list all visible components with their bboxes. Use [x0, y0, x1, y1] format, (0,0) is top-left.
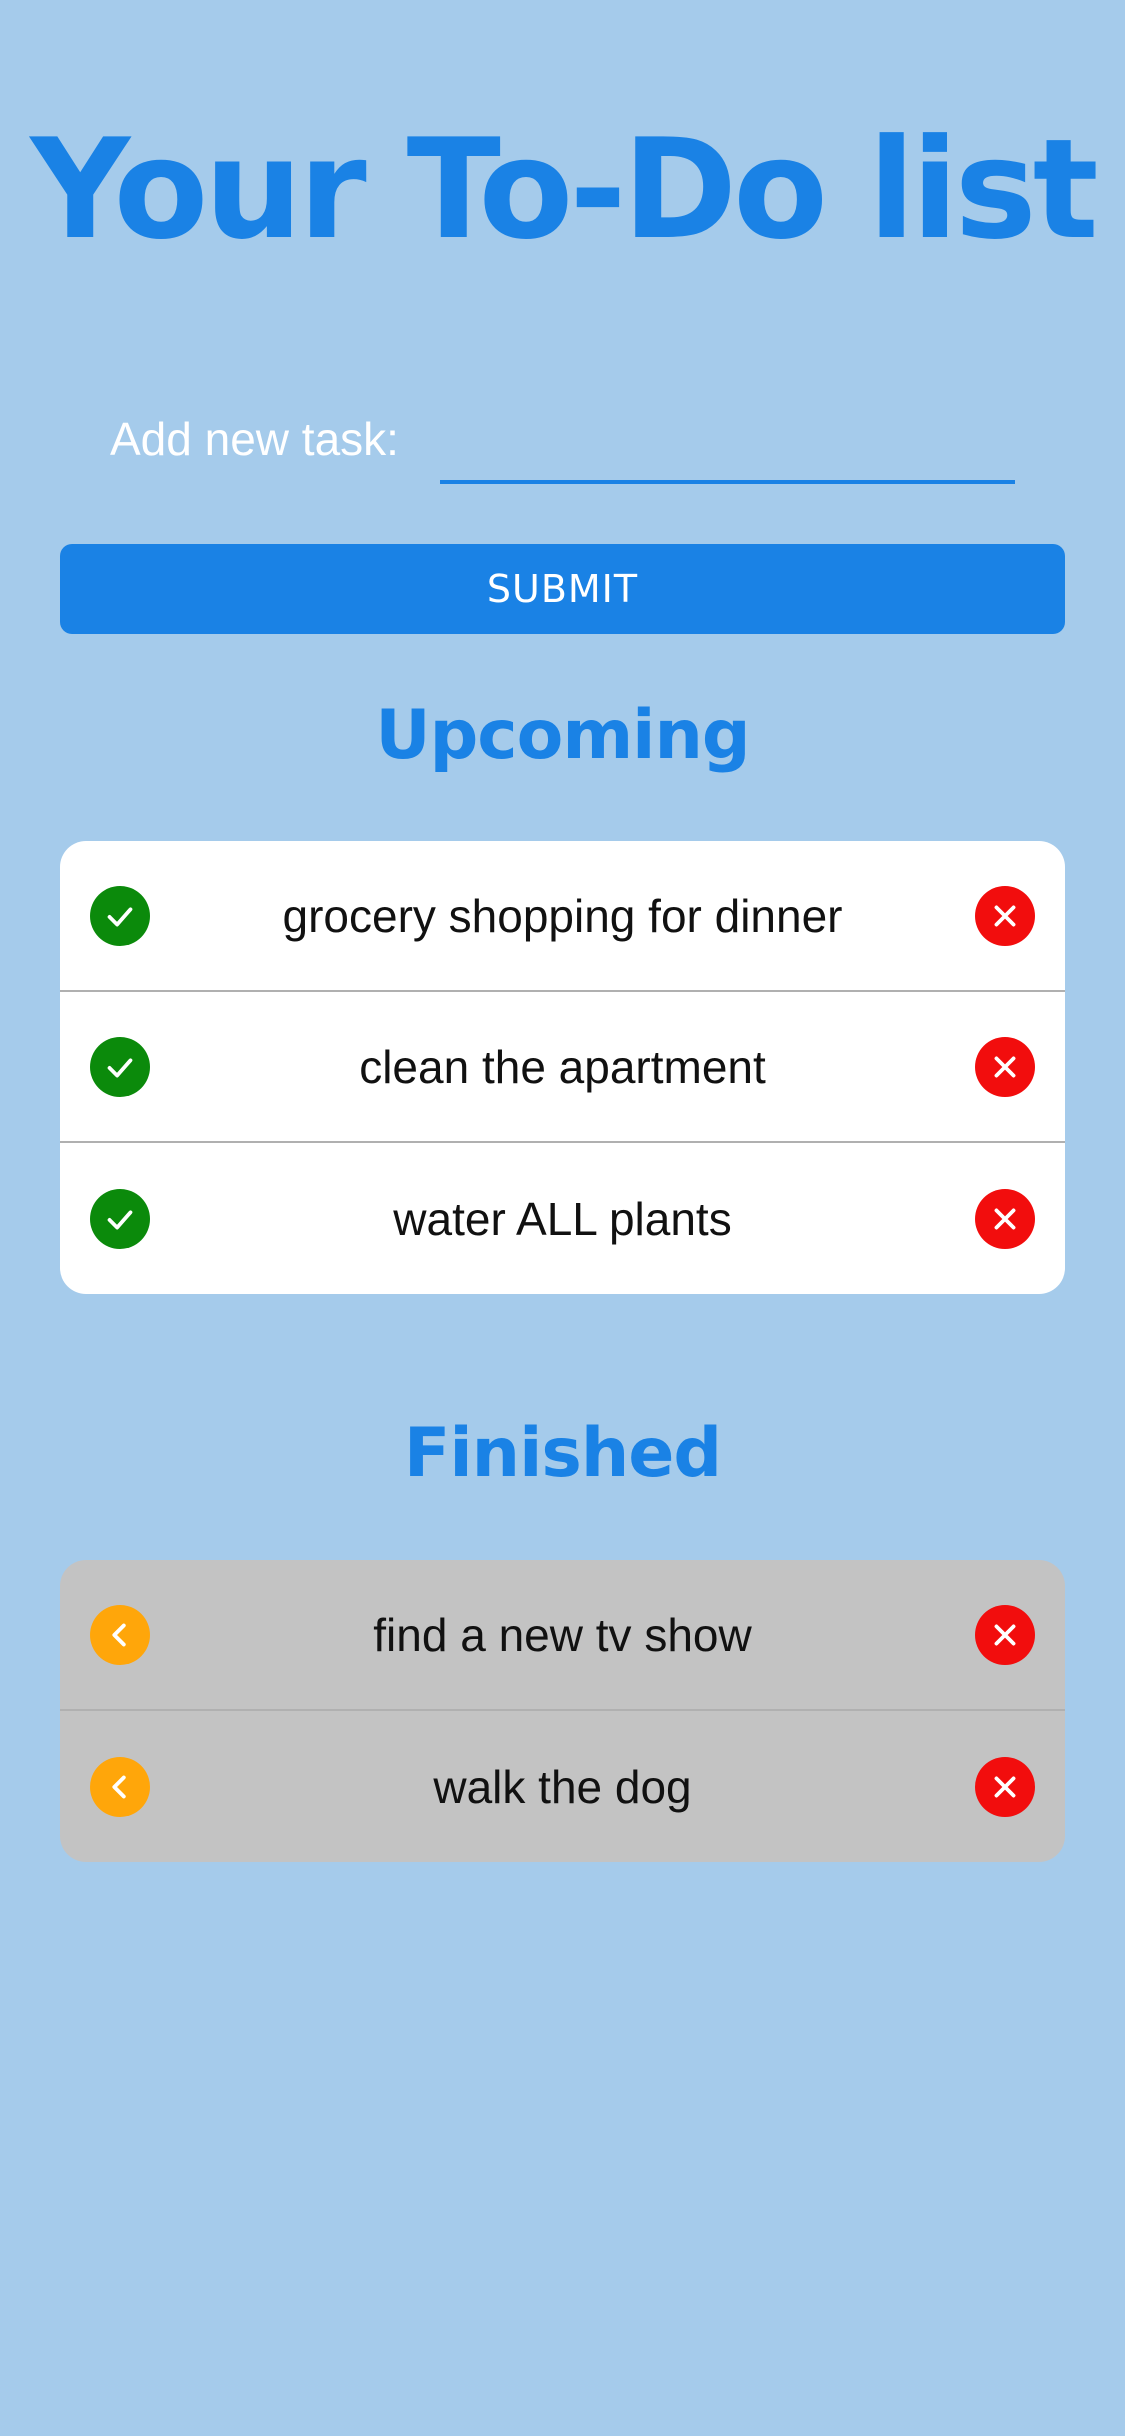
task-text: find a new tv show	[373, 1608, 752, 1661]
close-icon[interactable]	[975, 885, 1035, 946]
finished-heading: Finished	[403, 1414, 722, 1493]
task-text: walk the dog	[433, 1760, 692, 1813]
close-icon[interactable]	[975, 1188, 1035, 1249]
finished-list: find a new tv show walk the dog	[60, 1560, 1065, 1862]
submit-button[interactable]: SUBMIT	[60, 544, 1065, 634]
chevron-left-icon[interactable]	[90, 1756, 150, 1817]
add-task-label: Add new task:	[110, 413, 399, 465]
upcoming-list: grocery shopping for dinner clean the ap…	[60, 841, 1065, 1294]
new-task-input[interactable]	[440, 410, 1015, 484]
todo-app: Your To-Do list Add new task: SUBMIT Upc…	[0, 0, 1125, 2436]
task-text: grocery shopping for dinner	[282, 889, 843, 942]
check-icon[interactable]	[90, 1036, 150, 1097]
add-task-row: Add new task:	[0, 400, 1125, 490]
task-text: clean the apartment	[359, 1040, 766, 1093]
upcoming-task-row: grocery shopping for dinner	[60, 841, 1065, 992]
task-text: water ALL plants	[393, 1192, 732, 1245]
close-icon[interactable]	[975, 1756, 1035, 1817]
finished-task-row: walk the dog	[60, 1711, 1065, 1862]
check-icon[interactable]	[90, 885, 150, 946]
upcoming-task-row: water ALL plants	[60, 1143, 1065, 1294]
finished-task-row: find a new tv show	[60, 1560, 1065, 1711]
upcoming-task-row: clean the apartment	[60, 992, 1065, 1143]
check-icon[interactable]	[90, 1188, 150, 1249]
upcoming-heading: Upcoming	[375, 696, 750, 775]
page-title: Your To-Do list	[30, 109, 1098, 270]
close-icon[interactable]	[975, 1604, 1035, 1665]
chevron-left-icon[interactable]	[90, 1604, 150, 1665]
close-icon[interactable]	[975, 1036, 1035, 1097]
